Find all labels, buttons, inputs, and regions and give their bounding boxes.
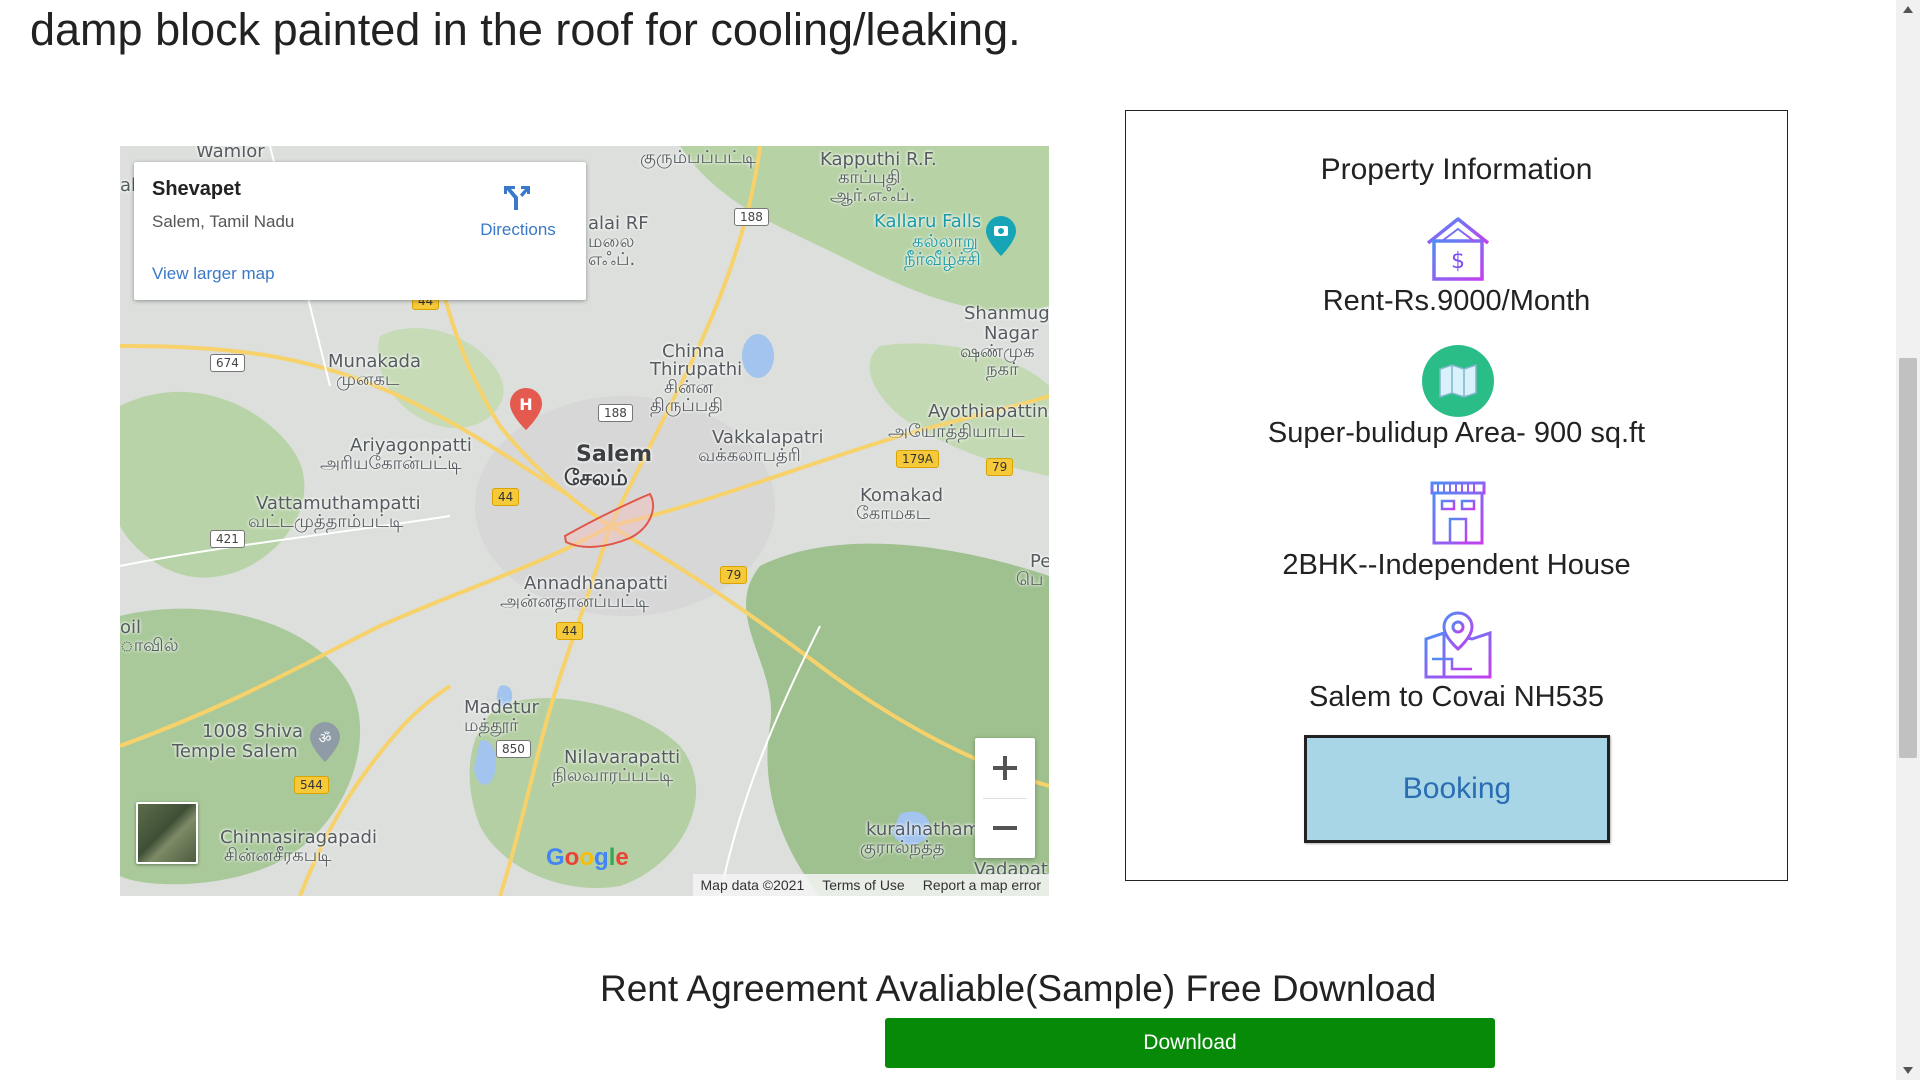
map-label-annadhana-ta: அன்னதானப்பட்டி <box>500 591 649 612</box>
map-label-nilavar-ta: நிலவாரப்பட்டி <box>552 765 674 786</box>
download-button[interactable]: Download <box>885 1018 1495 1068</box>
terms-link[interactable]: Terms of Use <box>822 877 904 893</box>
road-shield-850: 850 <box>496 740 531 758</box>
area-text: Super-bulidup Area- 900 sq.ft <box>1267 417 1646 449</box>
zoom-controls <box>975 738 1035 858</box>
property-title: Property Information <box>1320 153 1593 186</box>
scroll-down-arrow-icon[interactable] <box>1903 1067 1913 1074</box>
svg-text:H: H <box>519 395 532 414</box>
map-label-shanmuga-ta2: நகர் <box>986 359 1019 380</box>
rent-text: Rent-Rs.9000/Month <box>1322 285 1591 317</box>
road-shield-544: 544 <box>294 776 329 794</box>
map-label-alai-ta2: எஃப். <box>588 249 636 270</box>
road-shield-421: 421 <box>210 530 245 548</box>
map-label-chinnasir-ta: சின்னசீரகபடி <box>224 845 332 866</box>
map-label-ayothia-ta: அயோத்தியாபட <box>888 421 1025 442</box>
report-error-link[interactable]: Report a map error <box>923 877 1041 893</box>
google-logo: Google <box>546 844 629 871</box>
view-larger-map-link[interactable]: View larger map <box>152 264 275 284</box>
map-label-kuraln-ta: குரால்நத்த <box>860 837 945 858</box>
road-shield-674: 674 <box>210 354 245 372</box>
map-label-madetur-ta: மத்தூர் <box>464 715 519 736</box>
map-label-salem-en: Salem <box>576 442 653 467</box>
map-label-kurumbapatti: குரும்பப்பட்டி <box>640 147 756 168</box>
zoom-out-button[interactable] <box>975 798 1035 858</box>
map-label-ariyagon-ta: அரியகோன்பட்டி <box>320 453 462 474</box>
road-shield-79: 79 <box>720 566 748 584</box>
place-title: Shevapet <box>152 178 241 200</box>
directions-button[interactable]: Directions <box>474 180 562 240</box>
map-area-icon <box>1422 345 1494 417</box>
road-shield-179a: 179A <box>896 450 940 468</box>
house-type-text: 2BHK--Independent House <box>1282 549 1631 581</box>
location-text: Salem to Covai NH535 <box>1309 681 1604 713</box>
map-label-shiva-en: 1008 Shiva <box>202 721 304 742</box>
road-shield-44: 44 <box>556 622 584 640</box>
map-label-shanmuga-en: Shanmuga <box>964 303 1049 324</box>
location-pin-icon <box>1424 611 1492 679</box>
map-label-vattamu-ta: வட்டமுத்தாம்பட்டி <box>248 511 404 532</box>
road-shield-188: 188 <box>598 404 633 422</box>
map-label-ayothia-en: Ayothiapattina <box>928 401 1049 422</box>
svg-text:ॐ: ॐ <box>319 731 332 747</box>
directions-icon <box>504 186 530 210</box>
embedded-map[interactable]: H ॐ Wamlor al குரும்பப்பட்டி Kapputhi R.… <box>120 146 1049 896</box>
rent-agreement-heading: Rent Agreement Avaliable(Sample) Free Do… <box>600 968 1437 1009</box>
svg-text:$: $ <box>1451 249 1465 274</box>
map-label-kallaru-ta2: நீர்வீழ்ச்சி <box>904 249 981 270</box>
page-scrollbar[interactable] <box>1896 0 1920 1080</box>
road-shield-79: 79 <box>986 458 1014 476</box>
map-label-shiva-en2: Temple Salem <box>172 741 298 762</box>
building-icon <box>1430 481 1486 545</box>
map-label-komakad-ta: கோமகட <box>856 503 931 524</box>
directions-label: Directions <box>480 220 556 239</box>
map-label-oil-ta: ாவில் <box>120 635 179 656</box>
road-shield-44: 44 <box>492 488 520 506</box>
intro-text: damp block painted in the roof for cooli… <box>30 4 1021 55</box>
zoom-in-button[interactable] <box>975 738 1035 798</box>
map-label-chinna-ta2: திருப்பதி <box>650 395 723 416</box>
place-address: Salem, Tamil Nadu <box>152 212 295 231</box>
hospital-marker-icon[interactable]: H <box>510 388 542 430</box>
map-label-vakkal-ta: வக்கலாபத்ரி <box>698 445 801 466</box>
temple-marker-icon[interactable]: ॐ <box>310 722 340 762</box>
map-label-munakada-ta: முனகட <box>336 369 400 390</box>
map-data-text: Map data ©2021 <box>700 877 805 893</box>
map-label-kallaru-en: Kallaru Falls <box>874 211 982 232</box>
scroll-up-arrow-icon[interactable] <box>1903 6 1913 13</box>
plus-icon <box>993 756 1017 780</box>
house-rent-icon: $ <box>1426 217 1490 281</box>
road-shield-188: 188 <box>734 208 769 226</box>
map-label-pe-ta: பெ <box>1016 569 1044 590</box>
scroll-thumb[interactable] <box>1899 358 1917 758</box>
map-footer: Map data ©2021 Terms of Use Report a map… <box>692 874 1049 896</box>
satellite-view-toggle[interactable] <box>136 802 198 864</box>
map-info-card: Shevapet Salem, Tamil Nadu View larger m… <box>134 162 586 300</box>
map-label-wamlor: Wamlor <box>196 146 265 162</box>
map-label-kapputhi-ta2: ஆர்.எஃப். <box>830 185 916 206</box>
property-info-panel: Property Information $ Rent-Rs.9000/Mont… <box>1125 110 1788 881</box>
minus-icon <box>993 826 1017 830</box>
booking-button[interactable]: Booking <box>1304 735 1610 843</box>
map-label-salem-ta: சேலம் <box>564 466 628 491</box>
waterfall-marker-icon[interactable] <box>986 216 1016 256</box>
